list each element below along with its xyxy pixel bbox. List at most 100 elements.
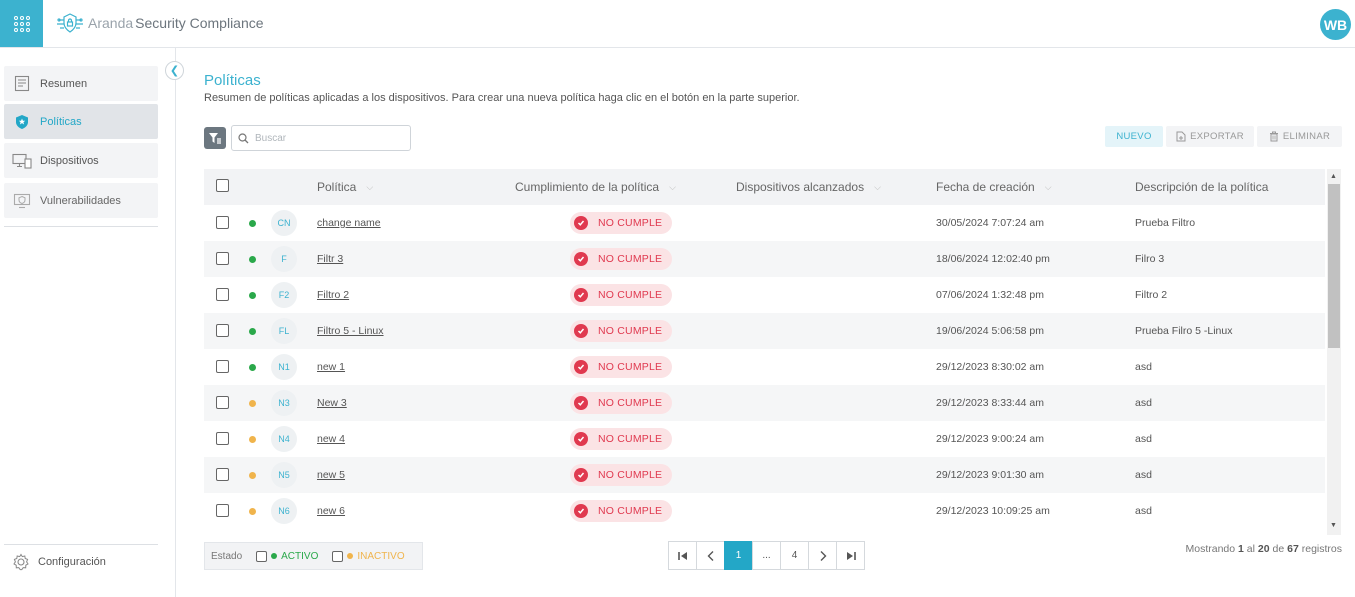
row-checkbox[interactable] (216, 360, 229, 373)
vulnerability-icon (12, 192, 32, 210)
policy-description: Prueba Filtro (1135, 217, 1196, 229)
page-ellipsis: ... (752, 541, 781, 570)
policy-initials: N3 (271, 390, 297, 416)
policy-name-link[interactable]: Filtro 2 (317, 277, 349, 313)
page-4-button[interactable]: 4 (780, 541, 809, 570)
close-circle-icon (574, 324, 588, 338)
created-date: 19/06/2024 5:06:58 pm (936, 325, 1045, 337)
row-checkbox[interactable] (216, 432, 229, 445)
page-1-button[interactable]: 1 (724, 541, 753, 570)
scrollbar-thumb[interactable] (1328, 184, 1340, 348)
status-dot-active (249, 292, 256, 299)
row-checkbox[interactable] (216, 288, 229, 301)
inactive-filter-checkbox[interactable] (332, 550, 344, 562)
row-checkbox[interactable] (216, 216, 229, 229)
last-page-button[interactable] (836, 541, 865, 570)
table-row[interactable]: F Filtr 3 NO CUMPLE 18/06/2024 12:02:40 … (204, 241, 1325, 277)
select-all-checkbox[interactable] (216, 179, 229, 192)
sidebar-item-resumen[interactable]: Resumen (4, 66, 158, 101)
policy-initials: CN (271, 210, 297, 236)
sidebar-item-label: Resumen (40, 77, 88, 90)
compliance-label: NO CUMPLE (598, 361, 663, 373)
column-header-compliance[interactable]: Cumplimiento de la política ⌵ (515, 169, 676, 205)
policy-initials: N6 (271, 498, 297, 524)
scroll-down-arrow-icon[interactable]: ▼ (1330, 522, 1337, 529)
policy-name-link[interactable]: New 3 (317, 385, 347, 421)
scroll-up-arrow-icon[interactable]: ▲ (1330, 173, 1337, 180)
close-circle-icon (574, 396, 588, 410)
created-date: 07/06/2024 1:32:48 pm (936, 289, 1045, 301)
inactive-dot (347, 553, 354, 559)
status-dot-active (249, 328, 256, 335)
sidebar-item-label: Dispositivos (40, 154, 99, 167)
user-avatar[interactable]: WB (1320, 9, 1351, 40)
table-row[interactable]: N5 new 5 NO CUMPLE 29/12/2023 9:01:30 am… (204, 457, 1325, 493)
export-button[interactable]: EXPORTAR (1166, 126, 1254, 147)
sidebar-item-configuracion[interactable]: Configuración (12, 553, 106, 571)
policy-description: Prueba Filro 5 -Linux (1135, 325, 1233, 337)
table-row[interactable]: N3 New 3 NO CUMPLE 29/12/2023 8:33:44 am… (204, 385, 1325, 421)
table-row[interactable]: N6 new 6 NO CUMPLE 29/12/2023 10:09:25 a… (204, 493, 1325, 529)
status-dot-inactive (249, 436, 256, 443)
compliance-badge: NO CUMPLE (570, 212, 672, 234)
policy-name-link[interactable]: new 1 (317, 349, 345, 385)
column-header-policy[interactable]: Política ⌵ (317, 169, 373, 205)
policies-table: Política ⌵ Cumplimiento de la política ⌵ D… (204, 169, 1325, 530)
top-bar: Aranda Security Compliance WB (0, 0, 1355, 48)
column-header-devices[interactable]: Dispositivos alcanzados ⌵ (736, 169, 881, 205)
compliance-label: NO CUMPLE (598, 289, 663, 301)
status-dot-inactive (249, 472, 256, 479)
status-dot-inactive (249, 508, 256, 515)
policy-name-link[interactable]: new 5 (317, 457, 345, 493)
status-dot-active (249, 364, 256, 371)
sidebar-item-politicas[interactable]: Políticas (4, 104, 158, 139)
table-row[interactable]: N4 new 4 NO CUMPLE 29/12/2023 9:00:24 am… (204, 421, 1325, 457)
policy-name-link[interactable]: new 4 (317, 421, 345, 457)
delete-button[interactable]: ELIMINAR (1257, 126, 1342, 147)
previous-page-button[interactable] (696, 541, 725, 570)
active-filter-checkbox[interactable] (256, 550, 268, 562)
shield-star-icon (12, 113, 32, 131)
created-date: 29/12/2023 8:30:02 am (936, 361, 1045, 373)
policy-name-link[interactable]: Filtro 5 - Linux (317, 313, 384, 349)
first-page-icon (677, 551, 687, 560)
first-page-button[interactable] (668, 541, 697, 570)
sidebar-item-vulnerabilidades[interactable]: Vulnerabilidades (4, 183, 158, 218)
table-row[interactable]: F2 Filtro 2 NO CUMPLE 07/06/2024 1:32:48… (204, 277, 1325, 313)
config-label: Configuración (38, 556, 106, 568)
delete-label: ELIMINAR (1282, 131, 1331, 142)
app-launcher-button[interactable] (0, 0, 43, 47)
filter-button[interactable] (204, 127, 226, 149)
row-checkbox[interactable] (216, 252, 229, 265)
info-al: al (1246, 543, 1255, 555)
table-row[interactable]: N1 new 1 NO CUMPLE 29/12/2023 8:30:02 am… (204, 349, 1325, 385)
policy-name-link[interactable]: change name (317, 205, 381, 241)
table-row[interactable]: CN change name NO CUMPLE 30/05/2024 7:07… (204, 205, 1325, 241)
row-checkbox[interactable] (216, 324, 229, 337)
info-total: 67 (1287, 543, 1299, 555)
column-header-description[interactable]: Descripción de la política (1135, 169, 1268, 205)
column-header-created[interactable]: Fecha de creación ⌵ (936, 169, 1052, 205)
compliance-badge: NO CUMPLE (570, 356, 672, 378)
table-row[interactable]: FL Filtro 5 - Linux NO CUMPLE 19/06/2024… (204, 313, 1325, 349)
row-checkbox[interactable] (216, 468, 229, 481)
policy-name-link[interactable]: new 6 (317, 493, 345, 529)
last-page-icon (846, 551, 856, 560)
policy-initials: N4 (271, 426, 297, 452)
grid-icon (13, 15, 30, 32)
row-checkbox[interactable] (216, 396, 229, 409)
policy-name-link[interactable]: Filtr 3 (317, 241, 343, 277)
new-policy-button[interactable]: NUEVO (1105, 126, 1163, 147)
created-date: 29/12/2023 8:33:44 am (936, 397, 1045, 409)
pagination: 1 ... 4 (668, 541, 865, 570)
collapse-sidebar-button[interactable]: ❮ (165, 61, 184, 80)
next-page-button[interactable] (808, 541, 837, 570)
compliance-label: NO CUMPLE (598, 433, 663, 445)
column-label: Dispositivos alcanzados (736, 180, 865, 194)
sidebar-item-dispositivos[interactable]: Dispositivos (4, 143, 158, 178)
row-checkbox[interactable] (216, 504, 229, 517)
compliance-label: NO CUMPLE (598, 217, 663, 229)
search-field[interactable] (231, 125, 411, 151)
info-prefix: Mostrando (1185, 543, 1236, 555)
search-input[interactable] (255, 132, 395, 144)
